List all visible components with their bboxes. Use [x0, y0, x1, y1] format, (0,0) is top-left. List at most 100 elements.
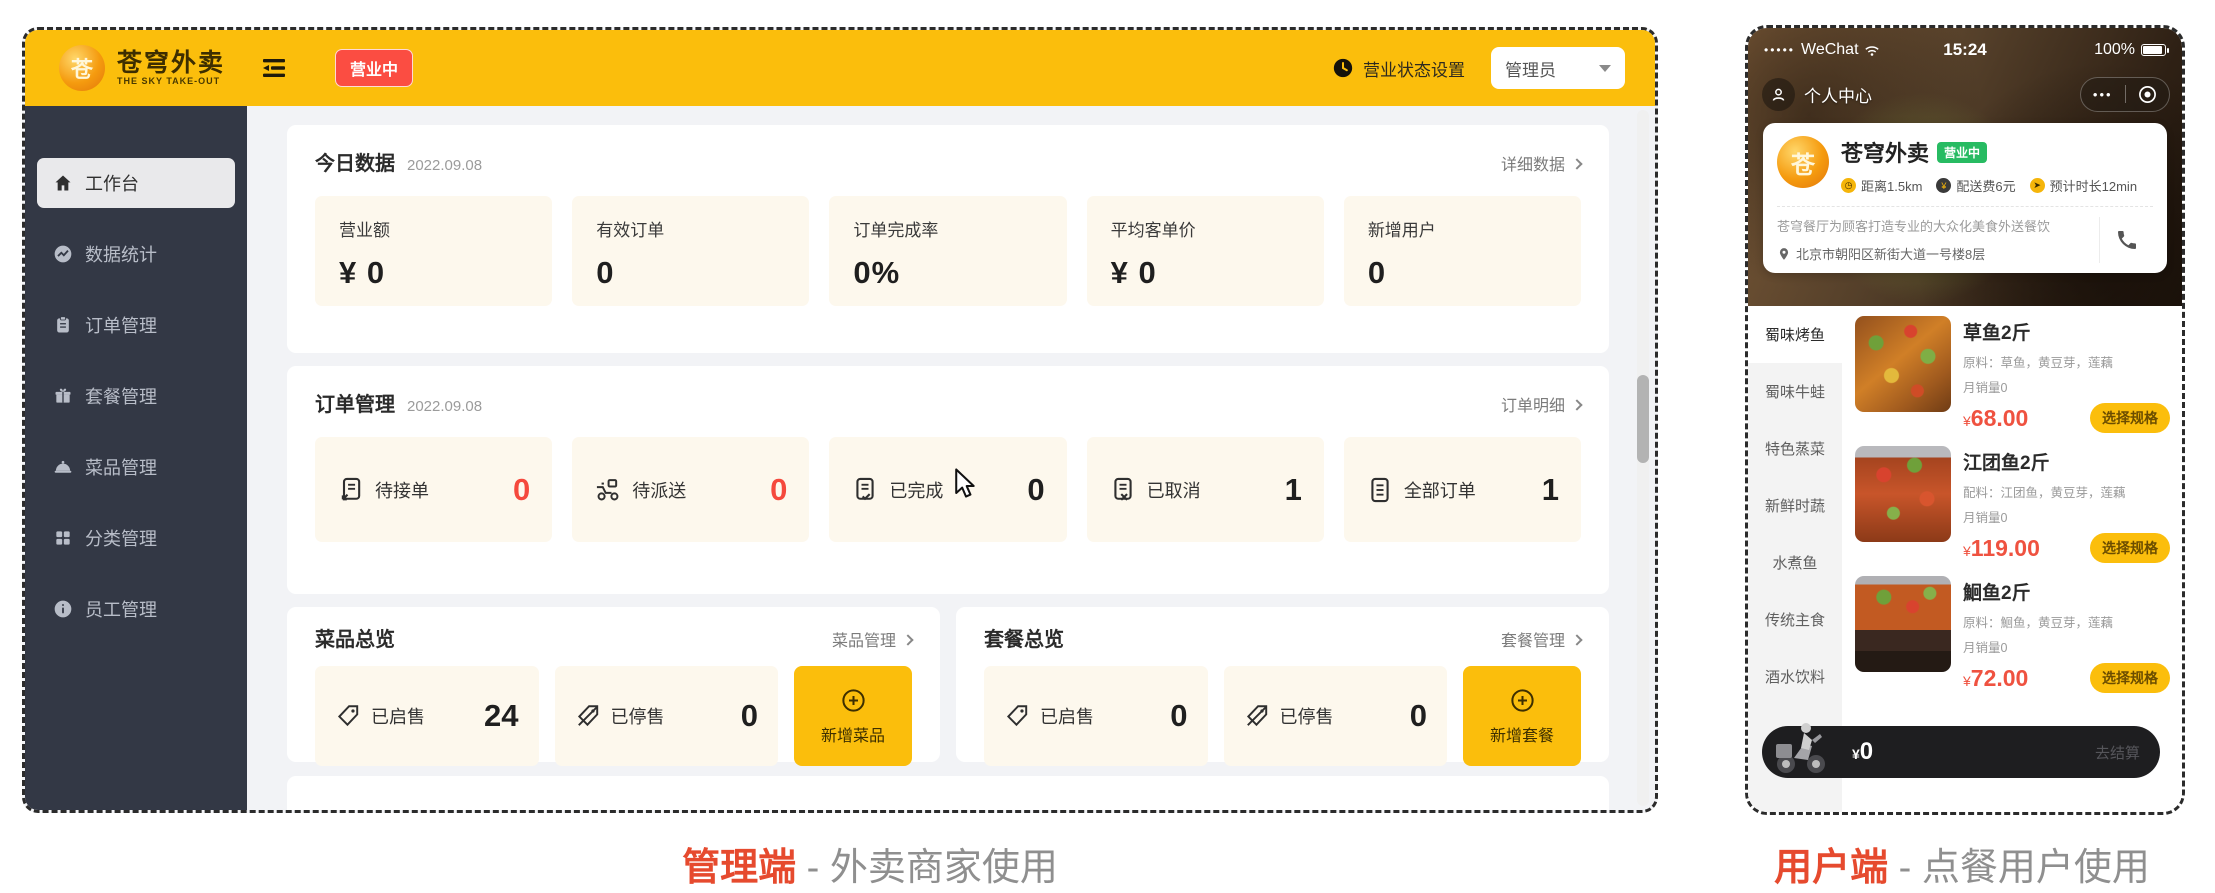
user-dropdown-value: 管理员 [1505, 56, 1556, 81]
admin-content: 今日数据 2022.09.08 详细数据 营业额 ¥ 0 有效订单 0 订单完成… [247, 106, 1655, 810]
today-detail-link[interactable]: 详细数据 [1501, 151, 1581, 175]
choose-spec-button[interactable]: 选择规格 [2090, 403, 2170, 433]
store-meta-row: ◷ 距离1.5km ¥ 配送费6元 ➤ 预计时长12min [1841, 176, 2137, 195]
stat-label: 营业额 [339, 216, 528, 241]
category-item[interactable]: 酒水饮料 [1748, 648, 1842, 705]
sidebar-item-orders[interactable]: 订单管理 [37, 300, 235, 350]
user-caption-highlight: 用户端 [1774, 847, 1888, 889]
dish-row: 草鱼2斤 原料：草鱼，黄豆芽，莲藕 月销量0 ¥68.00 选择规格 [1855, 316, 2172, 433]
sidebar-item-combos[interactable]: 套餐管理 [37, 371, 235, 421]
category-item[interactable]: 蜀味烤鱼 [1748, 306, 1842, 363]
call-store-button[interactable] [2099, 217, 2153, 263]
today-data-head: 今日数据 2022.09.08 详细数据 [315, 147, 1581, 176]
mouse-cursor [950, 468, 977, 505]
add-combo-button[interactable]: 新增套餐 [1463, 666, 1581, 766]
combo-on-sale-card: 已启售 0 [984, 666, 1208, 766]
order-card-all[interactable]: 全部订单 1 [1344, 437, 1581, 542]
store-name: 苍穹外卖 [1841, 136, 1929, 168]
tag-off-icon [1244, 703, 1270, 729]
order-detail-link[interactable]: 订单明细 [1501, 392, 1581, 416]
home-icon [53, 173, 73, 193]
sidebar-item-label: 数据统计 [85, 241, 157, 267]
link-label: 订单明细 [1501, 392, 1565, 416]
panel-date: 2022.09.08 [407, 398, 482, 415]
dish-bottom-row: ¥68.00 选择规格 [1963, 403, 2172, 433]
brand-title: 苍穹外卖 [117, 50, 225, 76]
combo-off-sale-card: 已停售 0 [1224, 666, 1448, 766]
dish-management-link[interactable]: 菜品管理 [832, 627, 912, 651]
category-item[interactable]: 新鲜时蔬 [1748, 477, 1842, 534]
category-item[interactable]: 水煮鱼 [1748, 534, 1842, 591]
order-card-pending[interactable]: 待接单 0 [315, 437, 552, 542]
dish-price: ¥72.00 [1963, 665, 2028, 692]
capsule-menu-icon[interactable]: ••• [2081, 87, 2125, 102]
currency-symbol: ¥ [1963, 413, 1971, 429]
choose-spec-button[interactable]: 选择规格 [2090, 663, 2170, 693]
sidebar-item-employees[interactable]: 员工管理 [37, 584, 235, 634]
store-open-badge: 营业中 [1937, 142, 1987, 163]
eta-text: 预计时长12min [2050, 176, 2137, 195]
dish-sales: 月销量0 [1963, 377, 2172, 396]
order-card-dispatching[interactable]: 待派送 0 [572, 437, 809, 542]
cart-bar[interactable]: ¥0 去结算 [1762, 726, 2160, 778]
tag-icon [1004, 703, 1030, 729]
dish-bottom-row: ¥72.00 选择规格 [1963, 663, 2172, 693]
combo-management-link[interactable]: 套餐管理 [1501, 627, 1581, 651]
dish-overview-cards: 已启售 24 已停售 0 新增菜品 [315, 666, 912, 766]
location-pin-icon [1777, 247, 1791, 261]
dish-overview-head: 菜品总览 菜品管理 [315, 623, 912, 652]
miniprogram-capsule: ••• [2080, 77, 2170, 112]
stat-value: ¥ 0 [339, 255, 528, 291]
overview-value: 0 [741, 698, 758, 734]
store-logo: 苍 [1777, 136, 1829, 188]
eta-meta: ➤ 预计时长12min [2030, 176, 2137, 195]
sidebar-item-dishes[interactable]: 菜品管理 [37, 442, 235, 492]
user-dropdown[interactable]: 管理员 [1491, 47, 1625, 89]
category-item[interactable]: 特色蒸菜 [1748, 420, 1842, 477]
tag-icon [335, 703, 361, 729]
sidebar-item-categories[interactable]: 分类管理 [37, 513, 235, 563]
dish-image [1855, 446, 1951, 542]
checkout-button[interactable]: 去结算 [2095, 742, 2140, 763]
phone-nav-row: 个人中心 ••• [1762, 74, 2170, 114]
sidebar-item-label: 员工管理 [85, 596, 157, 622]
sidebar-item-statistics[interactable]: 数据统计 [37, 229, 235, 279]
order-card-cancelled[interactable]: 已取消 1 [1087, 437, 1324, 542]
store-address-row: 北京市朝阳区新街大道一号楼8层 [1777, 244, 2099, 263]
add-dish-button[interactable]: 新增菜品 [794, 666, 912, 766]
order-card-value: 0 [770, 472, 787, 508]
add-dish-label: 新增菜品 [821, 722, 885, 746]
sidebar-collapse-icon[interactable] [261, 57, 287, 79]
dish-image [1855, 576, 1951, 672]
delivery-fee-text: 配送费6元 [1956, 176, 2015, 195]
order-completed-icon [851, 476, 879, 504]
capsule-close-icon[interactable] [2126, 85, 2170, 104]
delivery-scooter-icon [1764, 706, 1836, 778]
choose-spec-button[interactable]: 选择规格 [2090, 533, 2170, 563]
store-header-info: 苍穹外卖 营业中 ◷ 距离1.5km ¥ 配送费6元 ➤ 预计时长12min [1841, 136, 2137, 195]
category-item[interactable]: 蜀味牛蛙 [1748, 363, 1842, 420]
chevron-down-icon [1599, 65, 1611, 72]
dish-sales: 月销量0 [1963, 637, 2172, 656]
dish-on-sale-card: 已启售 24 [315, 666, 539, 766]
order-card-completed[interactable]: 已完成 0 [829, 437, 1066, 542]
panel-title: 套餐总览 [984, 623, 1064, 652]
business-status-settings[interactable]: 营业状态设置 [1332, 56, 1465, 81]
order-card-label: 待接单 [375, 477, 429, 503]
profile-entry[interactable]: 个人中心 [1762, 78, 1872, 111]
sidebar-item-label: 套餐管理 [85, 383, 157, 409]
link-label: 套餐管理 [1501, 627, 1565, 651]
stat-value: ¥ 0 [1111, 255, 1300, 291]
scrollbar-thumb[interactable] [1637, 375, 1649, 463]
dish-price: ¥68.00 [1963, 405, 2028, 432]
category-item[interactable]: 传统主食 [1748, 591, 1842, 648]
store-name-row: 苍穹外卖 营业中 [1841, 136, 2137, 168]
sidebar-item-label: 分类管理 [85, 525, 157, 551]
add-combo-label: 新增套餐 [1490, 722, 1554, 746]
price-value: 119.00 [1971, 535, 2040, 561]
sidebar-item-workbench[interactable]: 工作台 [37, 158, 235, 208]
order-card-value: 1 [1542, 472, 1559, 508]
dish-off-sale-card: 已停售 0 [555, 666, 779, 766]
overview-label: 已停售 [1280, 703, 1334, 729]
stat-value: 0 [1368, 255, 1557, 291]
